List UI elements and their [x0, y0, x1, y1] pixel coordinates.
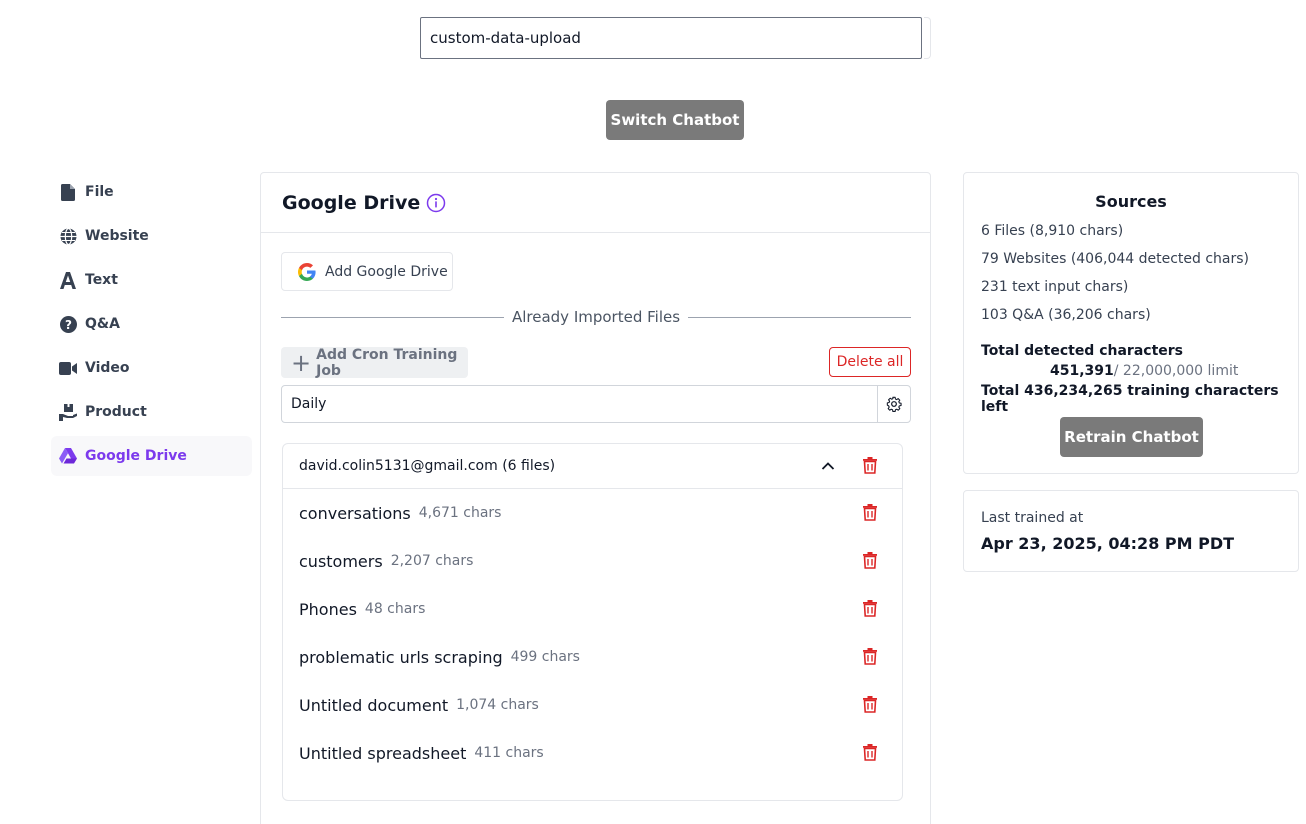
trash-icon[interactable] — [863, 696, 877, 713]
sidebar-item-label: Product — [85, 404, 147, 420]
total-detected-label: Total detected characters — [981, 343, 1183, 359]
file-name: problematic urls scraping — [299, 647, 503, 667]
file-name: Phones — [299, 599, 357, 619]
sidebar-item-file[interactable]: File — [51, 172, 252, 212]
total-detected-value: 451,391/ 22,000,000 limit — [1050, 363, 1238, 379]
trash-icon[interactable] — [863, 552, 877, 569]
sidebar: File Website Text ? Q&A Video Product Go… — [51, 172, 252, 480]
svg-text:?: ? — [65, 317, 72, 331]
sources-title: Sources — [1095, 192, 1167, 211]
chevron-up-icon[interactable] — [820, 458, 836, 474]
trash-icon[interactable] — [863, 648, 877, 665]
trash-icon[interactable] — [863, 600, 877, 617]
source-files: 6 Files (8,910 chars) — [981, 223, 1124, 239]
divider-label: Already Imported Files — [511, 308, 681, 326]
sidebar-item-label: File — [85, 184, 114, 200]
add-cron-job-button[interactable]: + Add Cron Training Job — [281, 346, 468, 379]
settings-gear-button[interactable] — [877, 386, 910, 422]
total-limit: / 22,000,000 limit — [1113, 363, 1239, 379]
file-chars: 48 chars — [364, 601, 426, 617]
source-text: 231 text input chars) — [981, 279, 1129, 295]
globe-icon — [59, 227, 77, 245]
sidebar-item-label: Text — [85, 272, 118, 288]
gear-icon — [886, 396, 902, 412]
file-name: Untitled spreadsheet — [299, 743, 467, 763]
cron-button-label: Add Cron Training Job — [316, 346, 458, 379]
frequency-select[interactable]: Daily — [281, 385, 911, 423]
delete-all-button[interactable]: Delete all — [829, 347, 911, 377]
trash-icon[interactable] — [863, 744, 877, 761]
file-row: Untitled spreadsheet 411 chars — [283, 729, 902, 777]
trash-icon[interactable] — [863, 504, 877, 521]
sidebar-item-product[interactable]: Product — [51, 392, 252, 432]
file-row: customers 2,207 chars — [283, 537, 902, 585]
file-row: Phones 48 chars — [283, 585, 902, 633]
file-row: Untitled document 1,074 chars — [283, 681, 902, 729]
last-trained-value: Apr 23, 2025, 04:28 PM PDT — [981, 534, 1235, 553]
sidebar-item-label: Video — [85, 360, 130, 376]
trash-icon[interactable] — [863, 457, 877, 474]
sidebar-item-label: Website — [85, 228, 149, 244]
info-icon[interactable] — [426, 193, 446, 213]
question-icon: ? — [59, 315, 77, 333]
sidebar-item-website[interactable]: Website — [51, 216, 252, 256]
plus-icon: + — [291, 348, 312, 377]
add-google-drive-button[interactable]: Add Google Drive — [281, 252, 453, 291]
sidebar-item-video[interactable]: Video — [51, 348, 252, 388]
retrain-chatbot-button[interactable]: Retrain Chatbot — [1060, 417, 1203, 457]
file-row: conversations 4,671 chars — [283, 489, 902, 537]
text-icon — [59, 271, 77, 289]
account-header[interactable]: david.colin5131@gmail.com (6 files) — [283, 444, 902, 489]
frequency-value: Daily — [291, 396, 327, 412]
file-chars: 2,207 chars — [390, 553, 474, 569]
google-drive-icon — [59, 447, 77, 465]
imported-files-divider: Already Imported Files — [281, 308, 912, 326]
product-icon — [59, 403, 77, 421]
drive-account-card: david.colin5131@gmail.com (6 files) conv… — [282, 443, 903, 801]
sidebar-item-text[interactable]: Text — [51, 260, 252, 300]
account-email: david.colin5131@gmail.com (6 files) — [299, 458, 556, 474]
file-icon — [59, 183, 77, 201]
file-name: Untitled document — [299, 695, 449, 715]
panel-header: Google Drive — [261, 173, 930, 233]
sources-panel: Sources 6 Files (8,910 chars) 79 Website… — [963, 172, 1299, 474]
chatbot-select[interactable]: custom-data-upload — [420, 17, 922, 59]
file-name: conversations — [299, 503, 411, 523]
source-qa: 103 Q&A (36,206 chars) — [981, 307, 1151, 323]
google-drive-panel: Google Drive Add Google Drive Already Im… — [260, 172, 931, 824]
last-trained-panel: Last trained at Apr 23, 2025, 04:28 PM P… — [963, 490, 1299, 572]
select-edge — [924, 17, 931, 59]
switch-chatbot-button[interactable]: Switch Chatbot — [606, 100, 744, 140]
total-value: 451,391 — [1050, 363, 1114, 379]
divider-line — [281, 316, 504, 318]
file-chars: 411 chars — [474, 745, 544, 761]
sidebar-item-qa[interactable]: ? Q&A — [51, 304, 252, 344]
file-chars: 1,074 chars — [456, 697, 539, 713]
add-google-drive-label: Add Google Drive — [325, 263, 448, 280]
sidebar-item-label: Q&A — [85, 316, 120, 332]
training-chars-left: Total 436,234,265 training characters le… — [981, 383, 1279, 415]
file-row: problematic urls scraping 499 chars — [283, 633, 902, 681]
video-icon — [59, 359, 77, 377]
page-title: Google Drive — [282, 191, 421, 214]
source-websites: 79 Websites (406,044 detected chars) — [981, 251, 1250, 267]
file-chars: 4,671 chars — [418, 505, 502, 521]
sidebar-item-label: Google Drive — [85, 448, 187, 464]
google-logo-icon — [298, 262, 316, 281]
divider-line — [688, 316, 912, 318]
sidebar-item-google-drive[interactable]: Google Drive — [51, 436, 252, 476]
file-chars: 499 chars — [510, 649, 580, 665]
file-name: customers — [299, 551, 383, 571]
last-trained-label: Last trained at — [981, 510, 1084, 526]
